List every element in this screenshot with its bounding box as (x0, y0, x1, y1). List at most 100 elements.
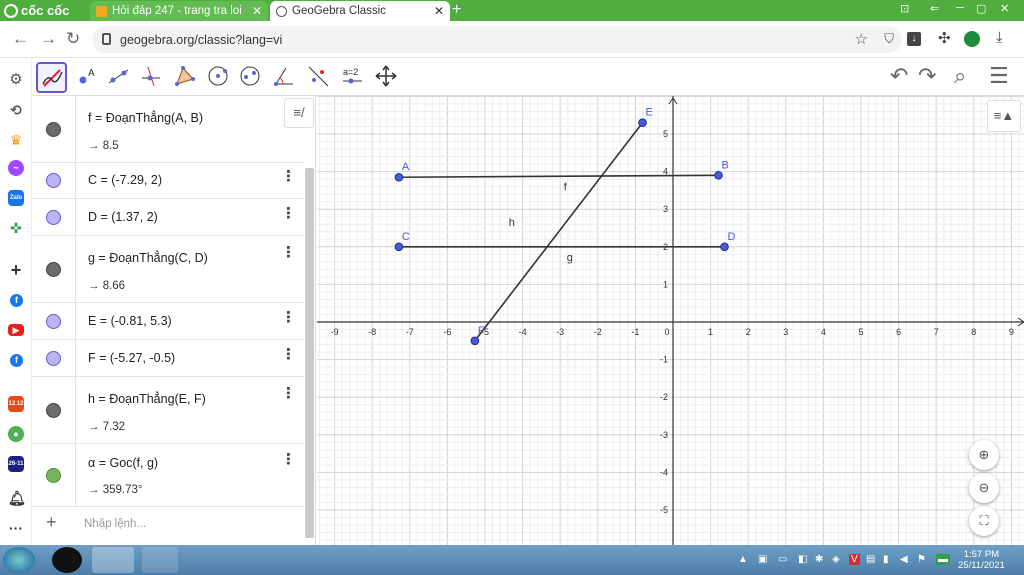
tray-unikey-icon[interactable]: ◧ (798, 554, 807, 565)
zoom-in-icon[interactable]: ⊕ (969, 440, 999, 470)
shopping-day-icon[interactable]: 26-11 (8, 456, 24, 472)
tray-display-icon[interactable]: ▭ (778, 554, 787, 565)
coccoc-logo[interactable]: cốc cốc (4, 2, 69, 19)
algebra-row-c[interactable]: C = (-7.29, 2) ⋮ (32, 163, 304, 199)
profile-avatar-icon[interactable] (964, 31, 980, 47)
algebra-row-e[interactable]: E = (-0.81, 5.3) ⋮ (32, 303, 304, 340)
reload-icon[interactable]: ↻ (66, 30, 80, 48)
visibility-toggle[interactable] (46, 403, 61, 418)
tray-flag-icon[interactable]: ⚑ (917, 554, 926, 565)
notification-bell-icon[interactable]: 🔔︎ (8, 490, 26, 506)
crown-icon[interactable]: ♛ (8, 132, 24, 148)
row-menu-icon[interactable]: ⋮ (281, 169, 296, 184)
line-tool[interactable] (104, 62, 135, 93)
algebra-row-d[interactable]: D = (1.37, 2) ⋮ (32, 199, 304, 236)
messenger-icon[interactable]: ~ (8, 160, 24, 176)
coccoc-app-icon[interactable] (92, 547, 134, 573)
visibility-toggle[interactable] (46, 351, 61, 366)
minimize-icon[interactable]: ─ (956, 2, 964, 14)
visibility-toggle[interactable] (46, 173, 61, 188)
download-extension-icon[interactable]: ↓ (907, 32, 921, 46)
row-menu-icon[interactable]: ⋮ (281, 452, 296, 467)
move-freehand-tool[interactable] (36, 62, 67, 93)
row-menu-icon[interactable]: ⋮ (281, 347, 296, 362)
close-window-icon[interactable]: ✕ (1000, 2, 1009, 15)
algebra-definition[interactable]: g = ĐoạnThẳng(C, D) (88, 251, 208, 265)
row-menu-icon[interactable]: ⋮ (281, 310, 296, 325)
add-input-icon[interactable]: + (46, 512, 57, 533)
polygon-tool[interactable] (170, 62, 201, 93)
tray-bluetooth-icon[interactable]: ✱ (815, 554, 823, 565)
facebook-icon[interactable]: f (10, 294, 23, 307)
new-tab-icon[interactable]: + (452, 1, 461, 19)
algebra-row-g[interactable]: g = ĐoạnThẳng(C, D) → 8.66 ⋮ (32, 236, 304, 303)
history-icon[interactable]: ⟲ (8, 102, 24, 118)
algebra-row-h[interactable]: h = ĐoạnThẳng(E, F) → 7.32 ⋮ (32, 377, 304, 444)
algebra-definition[interactable]: E = (-0.81, 5.3) (88, 314, 172, 328)
visibility-toggle[interactable] (46, 314, 61, 329)
maximize-icon[interactable]: ▢ (976, 2, 986, 15)
bookmark-star-icon[interactable]: ☆ (855, 30, 868, 48)
algebra-definition[interactable]: F = (-5.27, -0.5) (88, 351, 175, 365)
redo-icon[interactable]: ↷ (918, 65, 936, 87)
zalo-icon[interactable]: Zalo (8, 190, 24, 206)
tray-avast-icon[interactable]: ▲ (738, 554, 748, 565)
fullscreen-icon[interactable]: ⛶ (969, 506, 999, 536)
coordinate-plane[interactable]: -9-8-7-6-5-4-3-2-1012345678954321-1-2-3-… (317, 96, 1024, 545)
row-menu-icon[interactable]: ⋮ (281, 206, 296, 221)
system-clock[interactable]: 1:57 PM 25/11/2021 (958, 549, 1005, 571)
download-icon[interactable]: ⤓ (996, 29, 1003, 46)
ellipse-tool[interactable] (236, 62, 267, 93)
facebook-icon-2[interactable]: f (10, 354, 23, 367)
visibility-toggle[interactable] (46, 210, 61, 225)
algebra-definition[interactable]: D = (1.37, 2) (88, 210, 158, 224)
gamepad-icon[interactable]: ✜ (8, 220, 24, 236)
input-bar[interactable]: + Nhập lệnh... (32, 506, 304, 545)
algebra-definition[interactable]: C = (-7.29, 2) (88, 173, 162, 187)
move-graphics-tool[interactable] (372, 62, 403, 93)
sale-1212-icon[interactable]: 12.12 (8, 396, 24, 412)
chat-icon[interactable]: ● (8, 426, 24, 442)
row-menu-icon[interactable]: ⋮ (281, 386, 296, 401)
algebra-style-bar-button[interactable]: ≡/ (284, 98, 314, 128)
tray-printer-icon[interactable]: ▤ (866, 554, 875, 565)
tray-signal-icon[interactable]: ▮ (883, 554, 889, 565)
visibility-toggle[interactable] (46, 122, 61, 137)
visibility-toggle[interactable] (46, 262, 61, 277)
close-tab-icon[interactable]: ✕ (252, 4, 262, 18)
graphics-view[interactable]: -9-8-7-6-5-4-3-2-1012345678954321-1-2-3-… (317, 96, 1024, 545)
algebra-row-f[interactable]: f = ĐoạnThẳng(A, B) → 8.5 (32, 96, 304, 163)
start-button-icon[interactable] (3, 547, 35, 573)
reflect-tool[interactable] (304, 62, 335, 93)
visibility-toggle[interactable] (46, 468, 61, 483)
angle-tool[interactable] (270, 62, 301, 93)
main-menu-icon[interactable]: ☰ (989, 65, 1009, 87)
window-tools-icon[interactable]: ⊡ (900, 2, 909, 15)
tray-app-icon[interactable]: ◈ (832, 554, 840, 565)
tray-network-icon[interactable]: ▣ (758, 554, 767, 565)
more-dots-icon[interactable]: ··· (8, 520, 24, 536)
slider-tool[interactable]: a=2 (338, 62, 369, 93)
circle-tool[interactable] (204, 62, 235, 93)
close-tab-icon[interactable]: ✕ (434, 4, 444, 18)
undo-icon[interactable]: ↶ (890, 65, 908, 87)
omnibox[interactable]: geogebra.org/classic?lang=vi ☆ ⛉ (92, 26, 902, 53)
algebra-definition[interactable]: h = ĐoạnThẳng(E, F) (88, 392, 206, 406)
shield-icon[interactable]: ⛉ (884, 31, 894, 47)
input-placeholder[interactable]: Nhập lệnh... (84, 518, 146, 530)
perpendicular-tool[interactable] (136, 62, 167, 93)
tray-volume-icon[interactable]: ◀︎ (900, 554, 908, 565)
tray-v-icon[interactable]: V (849, 554, 860, 565)
tab-hoidap[interactable]: Hỏi đáp 247 - trang tra loi ✕ (90, 1, 268, 21)
zoom-out-icon[interactable]: ⊖ (969, 473, 999, 503)
youtube-icon[interactable]: ▶ (8, 324, 24, 336)
tray-battery-icon[interactable]: ▬ (936, 554, 950, 565)
graphics-style-bar-button[interactable]: ≡▲ (987, 100, 1021, 132)
algebra-definition[interactable]: α = Goc(f, g) (88, 456, 158, 470)
firefox-app-icon[interactable] (142, 547, 178, 573)
extensions-puzzle-icon[interactable]: ✣ (938, 29, 951, 47)
algebra-definition[interactable]: f = ĐoạnThẳng(A, B) (88, 111, 203, 125)
algebra-row-alpha[interactable]: α = Goc(f, g) → 359.73° ⋮ (32, 444, 304, 507)
algebra-scrollbar[interactable] (305, 168, 314, 538)
tiktok-app-icon[interactable] (52, 547, 82, 573)
